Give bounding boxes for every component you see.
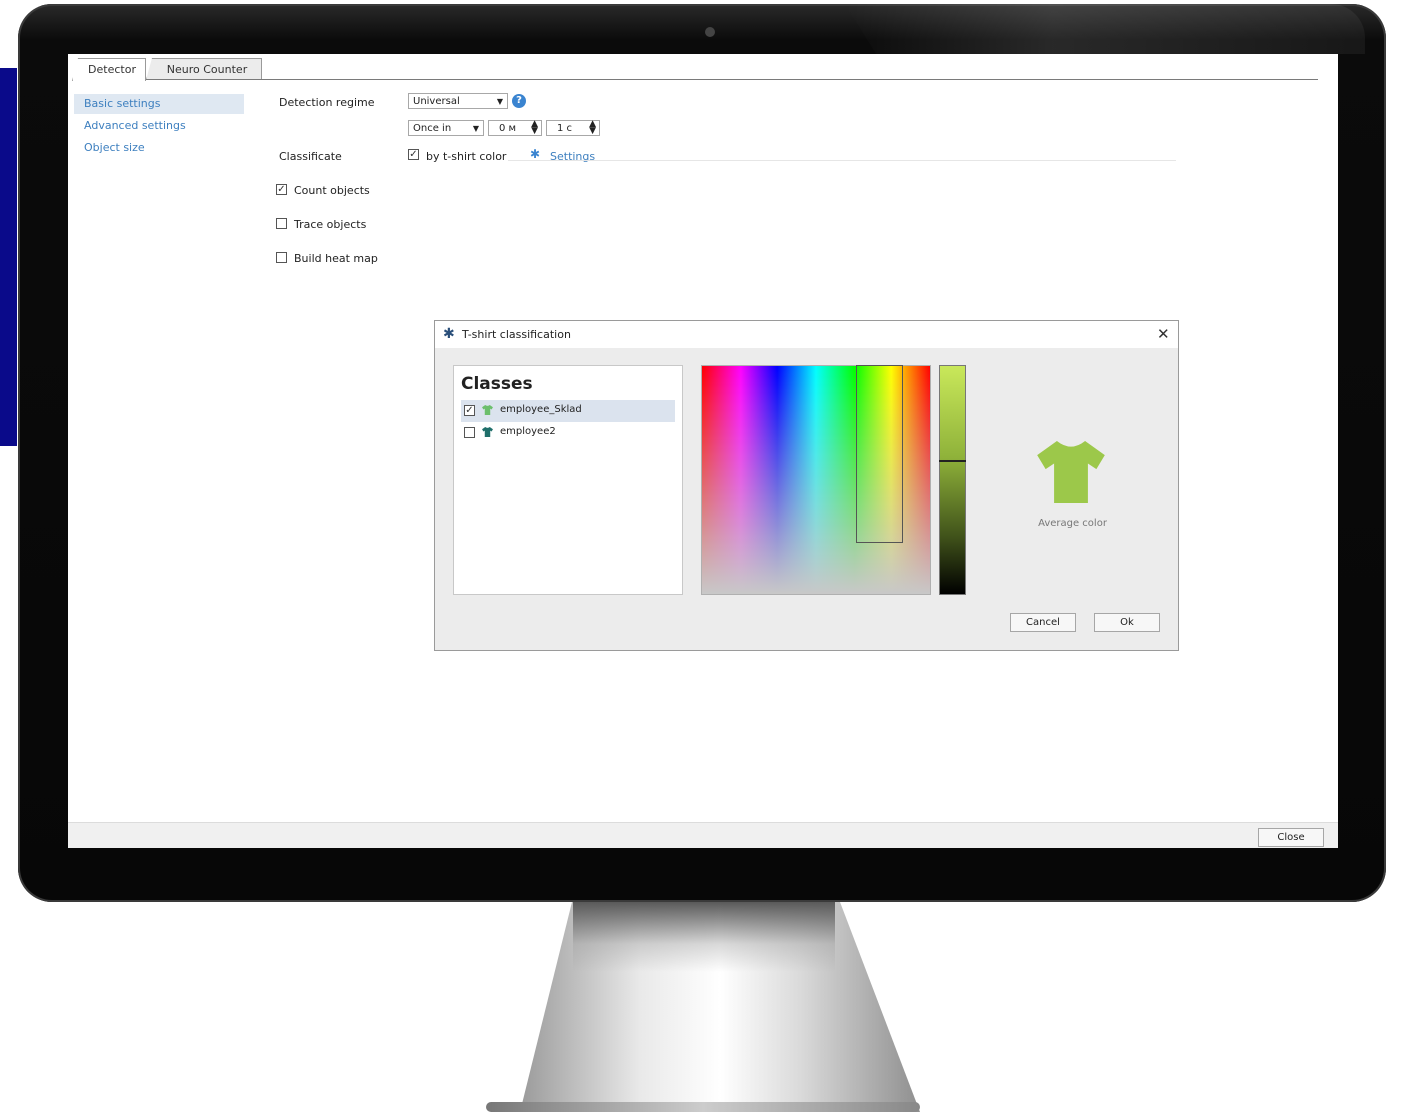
nav-item-object-size[interactable]: Object size — [84, 138, 244, 158]
frequency-select[interactable]: Once in ▼ — [408, 120, 484, 136]
monitor-reflection — [845, 4, 1365, 54]
by-tshirt-checkbox[interactable]: ✓ — [408, 149, 419, 160]
help-icon[interactable]: ? — [512, 94, 526, 108]
tshirt-classification-dialog: ✱ T-shirt classification ✕ Classes ✓ emp… — [434, 320, 1179, 651]
count-objects-label: Count objects — [294, 184, 370, 197]
tab-bar-divider — [73, 79, 1318, 80]
classes-title: Classes — [461, 374, 533, 394]
class-name: employee2 — [500, 426, 556, 437]
divider — [508, 160, 1176, 161]
seconds-spinbox[interactable]: 1 с ▲ ▼ — [546, 120, 600, 136]
count-objects-checkbox[interactable]: ✓ — [276, 184, 287, 195]
spin-arrows-icon[interactable]: ▲ ▼ — [589, 120, 596, 136]
detection-regime-value: Universal — [413, 96, 460, 107]
status-bar — [68, 822, 1338, 848]
detection-regime-label: Detection regime — [279, 96, 375, 109]
tab-detector[interactable]: Detector — [72, 58, 146, 81]
ok-button[interactable]: Ok — [1094, 613, 1160, 632]
tshirt-icon — [482, 405, 493, 415]
build-heat-map-checkbox[interactable] — [276, 252, 287, 263]
app-window: Detector Neuro Counter Basic settings Ad… — [68, 54, 1338, 848]
tab-neuro-counter[interactable]: Neuro Counter — [146, 58, 262, 80]
average-color-label: Average color — [1038, 518, 1107, 529]
detection-regime-select[interactable]: Universal ▼ — [408, 93, 508, 109]
gear-icon[interactable]: ✱ — [530, 147, 540, 161]
close-button[interactable]: Close — [1258, 828, 1324, 847]
classes-panel: Classes ✓ employee_Sklad employee2 — [453, 365, 683, 595]
settings-link[interactable]: Settings — [550, 150, 595, 163]
build-heat-map-label: Build heat map — [294, 252, 378, 265]
luminance-marker[interactable] — [939, 460, 966, 462]
monitor-stand-shadow — [573, 902, 835, 972]
chevron-down-icon: ▼ — [496, 97, 503, 106]
nav-item-basic-settings[interactable]: Basic settings — [74, 94, 244, 114]
trace-objects-label: Trace objects — [294, 218, 367, 231]
frequency-value: Once in — [413, 123, 452, 134]
seconds-value: 1 с — [557, 123, 573, 134]
monitor-stand-base — [486, 1102, 920, 1112]
class-item-employee2[interactable]: employee2 — [461, 422, 675, 444]
nav-item-advanced-settings[interactable]: Advanced settings — [84, 116, 244, 136]
luminance-slider[interactable] — [939, 365, 966, 595]
gear-icon: ✱ — [443, 326, 455, 342]
class-checkbox[interactable] — [464, 427, 475, 438]
classificate-label: Classificate — [279, 150, 342, 163]
class-item-employee-sklad[interactable]: ✓ employee_Sklad — [461, 400, 675, 422]
average-color-tshirt-icon — [1037, 441, 1105, 503]
chevron-down-icon: ▼ — [472, 124, 479, 133]
class-name: employee_Sklad — [500, 404, 582, 415]
minutes-value: 0 м — [499, 123, 517, 134]
background-strip — [0, 68, 17, 446]
trace-objects-checkbox[interactable] — [276, 218, 287, 229]
spin-arrows-icon[interactable]: ▲ ▼ — [531, 120, 538, 136]
cancel-button[interactable]: Cancel — [1010, 613, 1076, 632]
tshirt-icon — [482, 427, 493, 437]
minutes-spinbox[interactable]: 0 м ▲ ▼ — [488, 120, 542, 136]
close-icon[interactable]: ✕ — [1157, 325, 1170, 343]
dialog-title: T-shirt classification — [462, 328, 571, 341]
webcam — [705, 27, 715, 37]
class-checkbox[interactable]: ✓ — [464, 405, 475, 416]
color-range-selector[interactable] — [856, 365, 903, 543]
by-tshirt-label: by t-shirt color — [426, 150, 507, 163]
